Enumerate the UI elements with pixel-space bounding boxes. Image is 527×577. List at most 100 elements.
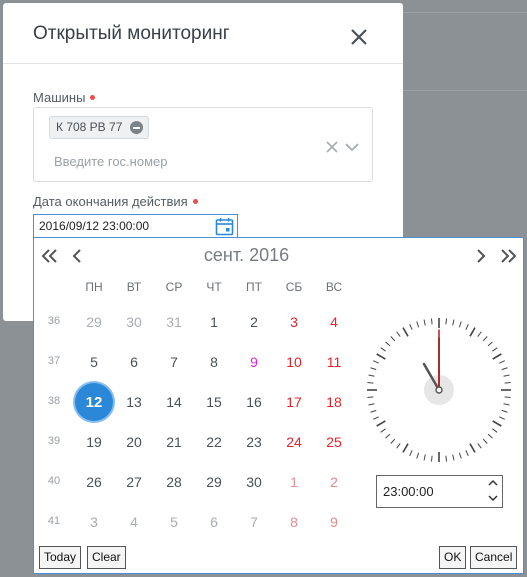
calendar-day[interactable]: 3 bbox=[74, 502, 114, 542]
chevron-down-icon[interactable] bbox=[345, 141, 359, 153]
analog-clock[interactable] bbox=[364, 315, 514, 465]
calendar-day[interactable]: 14 bbox=[154, 382, 194, 422]
clock-tick bbox=[423, 454, 426, 461]
clock-tick bbox=[492, 353, 502, 360]
clock-tick bbox=[458, 321, 462, 328]
clock-tick bbox=[390, 438, 396, 444]
calendar-icon[interactable] bbox=[215, 217, 234, 236]
clock-tick bbox=[501, 367, 508, 371]
calendar-day[interactable]: 7 bbox=[234, 502, 274, 542]
week-number: 36 bbox=[47, 315, 61, 327]
calendar-day[interactable]: 9 bbox=[234, 342, 274, 382]
week-number: 38 bbox=[47, 395, 61, 407]
tag-remove-icon[interactable] bbox=[130, 121, 144, 134]
machines-search-input[interactable]: Введите гос.номер bbox=[54, 154, 167, 169]
clock-tick bbox=[465, 324, 469, 330]
calendar-day[interactable]: 28 bbox=[154, 462, 194, 502]
clock-tick bbox=[390, 336, 396, 342]
clock-tick bbox=[373, 360, 379, 364]
clock-tick bbox=[445, 318, 448, 325]
calendar-day[interactable]: 6 bbox=[114, 342, 154, 382]
background-divider bbox=[403, 12, 527, 13]
clock-tick bbox=[380, 428, 386, 433]
calendar-day[interactable]: 18 bbox=[314, 382, 354, 422]
calendar-day[interactable]: 24 bbox=[274, 422, 314, 462]
calendar-day[interactable]: 31 bbox=[154, 302, 194, 342]
clock-tick bbox=[376, 420, 386, 427]
clock-tick bbox=[373, 416, 379, 420]
clock-tick bbox=[504, 396, 511, 399]
weekday-header: ПТ bbox=[246, 280, 262, 294]
calendar-day[interactable]: 20 bbox=[114, 422, 154, 462]
clock-tick bbox=[368, 374, 375, 377]
clock-tick bbox=[492, 420, 502, 427]
calendar-day[interactable]: 25 bbox=[314, 422, 354, 462]
calendar-day[interactable]: 8 bbox=[274, 502, 314, 542]
week-number: 41 bbox=[47, 515, 61, 527]
calendar-day[interactable]: 11 bbox=[314, 342, 354, 382]
clear-icon[interactable] bbox=[325, 140, 339, 154]
calendar-day[interactable]: 21 bbox=[154, 422, 194, 462]
calendar-day[interactable]: 2 bbox=[234, 302, 274, 342]
calendar-day[interactable]: 30 bbox=[234, 462, 274, 502]
calendar-day[interactable]: 26 bbox=[74, 462, 114, 502]
calendar-day[interactable]: 15 bbox=[194, 382, 234, 422]
clock-tick bbox=[380, 347, 386, 352]
calendar-day[interactable]: 17 bbox=[274, 382, 314, 422]
double-chevron-right-icon[interactable] bbox=[498, 246, 518, 266]
calendar-day[interactable]: 27 bbox=[114, 462, 154, 502]
clock-tick bbox=[367, 381, 374, 384]
calendar-day[interactable]: 22 bbox=[194, 422, 234, 462]
week-number: 40 bbox=[47, 475, 61, 487]
ok-button[interactable]: OK bbox=[439, 546, 467, 569]
calendar-day[interactable]: 13 bbox=[114, 382, 154, 422]
cancel-button[interactable]: Cancel bbox=[470, 546, 518, 569]
calendar-day[interactable]: 29 bbox=[74, 302, 114, 342]
today-button[interactable]: Today bbox=[39, 546, 82, 569]
calendar-day[interactable]: 23 bbox=[234, 422, 274, 462]
chevron-right-icon[interactable] bbox=[471, 246, 491, 266]
clock-tick bbox=[503, 403, 510, 406]
calendar-day[interactable]: 5 bbox=[74, 342, 114, 382]
required-indicator bbox=[90, 95, 96, 101]
calendar-day[interactable]: 1 bbox=[194, 302, 234, 342]
calendar-day[interactable]: 9 bbox=[314, 502, 354, 542]
weekday-header: ВС bbox=[325, 280, 343, 294]
calendar-day[interactable]: 30 bbox=[114, 302, 154, 342]
calendar-day[interactable]: 3 bbox=[274, 302, 314, 342]
clock-tick bbox=[477, 443, 482, 449]
month-title[interactable]: сент. 2016 bbox=[34, 245, 459, 266]
end-date-input[interactable]: 2016/09/12 23:00:00 bbox=[33, 214, 238, 239]
calendar-day[interactable]: 8 bbox=[194, 342, 234, 382]
calendar-day[interactable]: 16 bbox=[234, 382, 274, 422]
clock-tick bbox=[416, 321, 420, 328]
close-icon[interactable] bbox=[347, 25, 371, 49]
machines-select[interactable]: К 708 РВ 77 Введите гос.номер bbox=[33, 107, 373, 182]
calendar-day[interactable]: 7 bbox=[154, 342, 194, 382]
calendar-day[interactable]: 6 bbox=[194, 502, 234, 542]
calendar-day[interactable]: 4 bbox=[314, 302, 354, 342]
calendar-day[interactable]: 1 bbox=[274, 462, 314, 502]
dialog-divider bbox=[3, 63, 403, 64]
calendar-day[interactable]: 2 bbox=[314, 462, 354, 502]
calendar-day[interactable]: 4 bbox=[114, 502, 154, 542]
clock-tick bbox=[465, 450, 469, 456]
clock-tick bbox=[492, 347, 498, 352]
datetime-picker: сент. 2016 ПН ВТ СР ЧТ ПТ СБ ВС 36 29 30 31 1 2 3 4 37 5… bbox=[33, 237, 524, 574]
week-number: 37 bbox=[47, 355, 61, 367]
spin-down-icon[interactable] bbox=[488, 494, 498, 502]
calendar-day[interactable]: 29 bbox=[194, 462, 234, 502]
clock-tick bbox=[504, 381, 511, 384]
spin-up-icon[interactable] bbox=[488, 479, 498, 487]
calendar-day[interactable]: 5 bbox=[154, 502, 194, 542]
clock-tick bbox=[458, 452, 462, 459]
calendar-day-selected[interactable]: 12 bbox=[74, 382, 114, 422]
clock-tick bbox=[376, 353, 386, 360]
calendar-day[interactable]: 19 bbox=[74, 422, 114, 462]
clear-button[interactable]: Clear bbox=[87, 546, 126, 569]
time-input[interactable]: 23:00:00 bbox=[376, 475, 503, 508]
calendar-day[interactable]: 10 bbox=[274, 342, 314, 382]
weekday-header: ПН bbox=[85, 280, 103, 294]
clock-tick bbox=[367, 396, 374, 399]
machine-tag-label: К 708 РВ 77 bbox=[56, 120, 123, 134]
